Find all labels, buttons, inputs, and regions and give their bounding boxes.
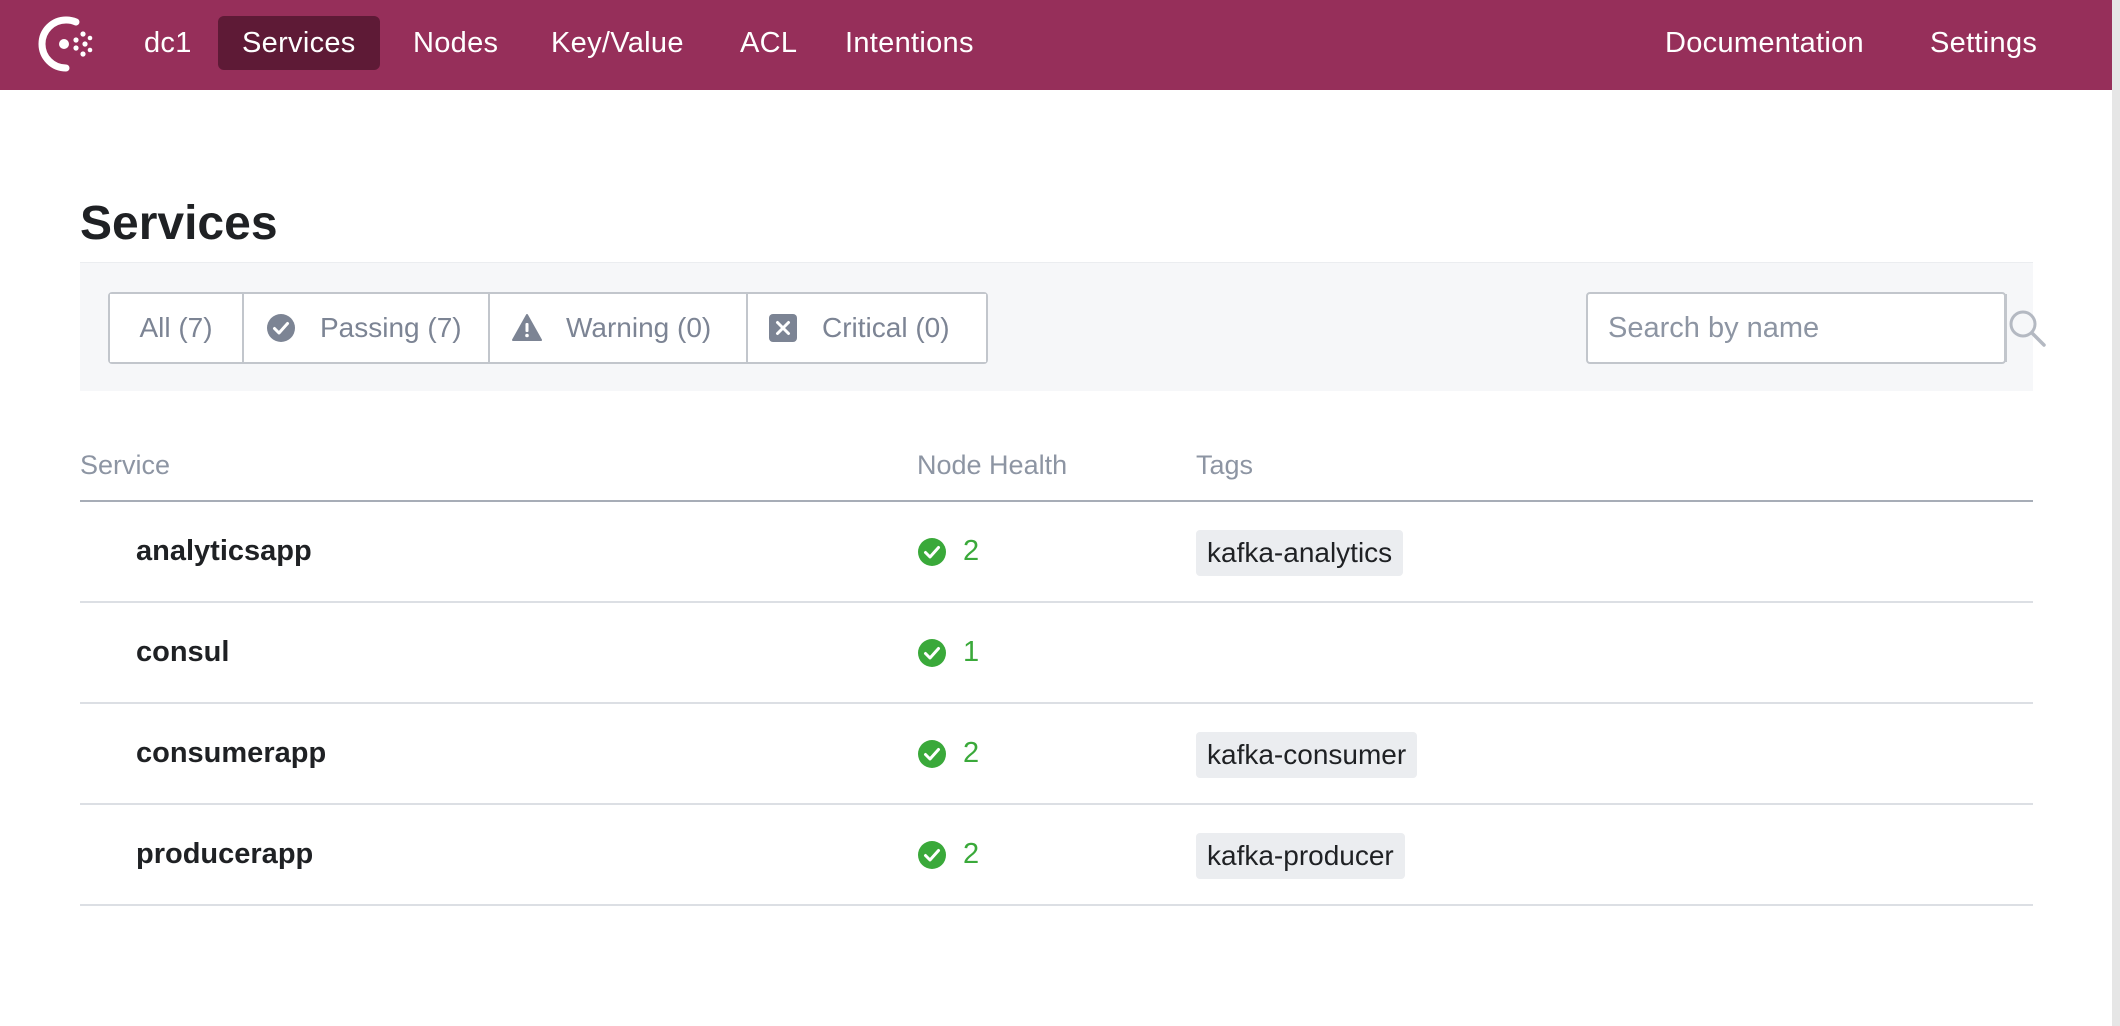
passing-check-icon <box>918 638 946 667</box>
service-tag: kafka-analytics <box>1196 530 1404 576</box>
service-name-link[interactable]: producerapp <box>136 805 313 904</box>
table-row[interactable]: producerapp 2 kafka-producer <box>80 805 2033 906</box>
service-name-link[interactable]: analyticsapp <box>136 502 312 601</box>
filter-passing-button[interactable]: Passing (7) <box>244 294 490 362</box>
filter-warning-button[interactable]: Warning (0) <box>490 294 748 362</box>
table-row[interactable]: consumerapp 2 kafka-consumer <box>80 704 2033 805</box>
service-tag: kafka-consumer <box>1196 732 1418 778</box>
service-name-link[interactable]: consul <box>136 603 229 702</box>
service-name-link[interactable]: consumerapp <box>136 704 326 803</box>
table-row[interactable]: analyticsapp 2 kafka-analytics <box>80 502 2033 603</box>
node-health: 2 <box>917 502 979 601</box>
node-health-count: 2 <box>963 737 980 769</box>
warning-triangle-icon <box>512 314 542 341</box>
service-tag: kafka-producer <box>1196 833 1405 879</box>
nav-services[interactable]: Services <box>218 16 380 70</box>
node-health: 2 <box>917 704 979 803</box>
search-icon <box>2009 310 2046 347</box>
health-filter-group: All (7) Passing (7) Warning (0) Critical… <box>108 292 988 364</box>
filter-bar: All (7) Passing (7) Warning (0) Critical… <box>80 262 2046 391</box>
critical-x-icon <box>769 314 797 342</box>
column-header-service[interactable]: Service <box>80 450 170 481</box>
node-health-count: 1 <box>963 636 980 668</box>
search-input[interactable] <box>1588 294 2005 362</box>
consul-logo-icon[interactable] <box>36 14 96 74</box>
nav-intentions[interactable]: Intentions <box>821 16 998 70</box>
column-header-node-health[interactable]: Node Health <box>917 450 1067 481</box>
window-edge <box>2112 0 2120 1026</box>
search-button[interactable] <box>2005 294 2047 362</box>
filter-all-button[interactable]: All (7) <box>110 294 244 362</box>
filter-passing-label: Passing (7) <box>320 312 462 343</box>
table-header: Service Node Health Tags <box>80 430 2033 502</box>
passing-check-icon <box>918 739 946 768</box>
node-health-count: 2 <box>963 838 980 870</box>
nav-acl[interactable]: ACL <box>716 16 821 70</box>
nav-key-value[interactable]: Key/Value <box>527 16 708 70</box>
filter-all-label: All (7) <box>139 312 213 343</box>
filter-warning-label: Warning (0) <box>566 312 712 343</box>
top-navigation-bar: dc1 Services Nodes Key/Value ACL Intenti… <box>0 0 2112 90</box>
page-title: Services <box>80 197 278 250</box>
node-health: 1 <box>917 603 979 702</box>
nav-settings[interactable]: Settings <box>1906 16 2061 70</box>
table-row[interactable]: consul 1 <box>80 603 2033 704</box>
datacenter-selector[interactable]: dc1 <box>120 16 216 70</box>
passing-check-icon <box>918 840 946 869</box>
check-circle-icon <box>267 314 295 342</box>
node-health-count: 2 <box>963 535 980 567</box>
services-table: Service Node Health Tags analyticsapp 2 … <box>80 430 2033 906</box>
nav-nodes[interactable]: Nodes <box>389 16 522 70</box>
search-box <box>1586 292 2046 364</box>
node-health: 2 <box>917 805 979 904</box>
filter-critical-button[interactable]: Critical (0) <box>748 294 986 362</box>
nav-documentation[interactable]: Documentation <box>1641 16 1888 70</box>
filter-critical-label: Critical (0) <box>822 312 950 343</box>
passing-check-icon <box>918 537 946 566</box>
column-header-tags[interactable]: Tags <box>1196 450 1253 481</box>
